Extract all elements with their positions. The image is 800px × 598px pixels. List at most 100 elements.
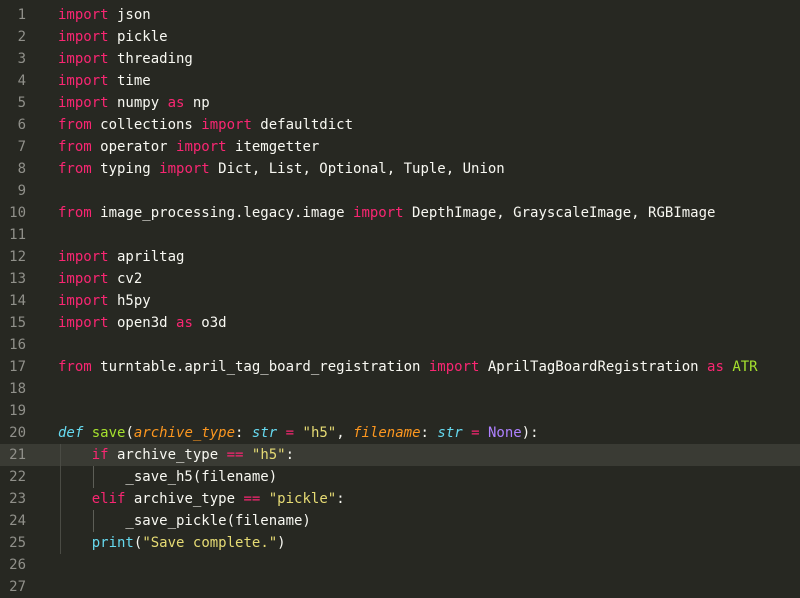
line-number: 7	[17, 139, 26, 155]
line-number: 15	[9, 315, 26, 331]
code-text: from image_processing.legacy.image impor…	[58, 202, 715, 224]
code-token: import	[201, 117, 252, 133]
code-token: from	[58, 205, 92, 221]
code-line[interactable]: 11	[0, 224, 800, 246]
code-line[interactable]: 27	[0, 576, 800, 598]
code-token: image_processing.legacy.image	[91, 205, 354, 221]
code-token: import	[58, 95, 109, 111]
code-token: :	[420, 425, 438, 441]
code-text: if archive_type == "h5":	[58, 444, 294, 466]
line-number: 14	[9, 293, 26, 309]
code-token: turntable.april_tag_board_registration	[91, 359, 429, 375]
code-text: _save_h5(filename)	[58, 466, 277, 488]
code-line[interactable]: 17 from turntable.april_tag_board_registr…	[0, 356, 800, 378]
code-line[interactable]: 18	[0, 378, 800, 400]
code-token: open3d	[108, 315, 177, 331]
line-number: 19	[9, 403, 26, 419]
line-number: 26	[9, 557, 26, 573]
code-text: import apriltag	[58, 246, 184, 268]
code-line[interactable]: 13 import cv2	[0, 268, 800, 290]
code-token: elif	[91, 491, 126, 507]
code-token: threading	[108, 51, 193, 67]
code-line[interactable]: 7 from operator import itemgetter	[0, 136, 800, 158]
code-line[interactable]: 25 print("Save complete.")	[0, 532, 800, 554]
code-line[interactable]: 8 from typing import Dict, List, Optional…	[0, 158, 800, 180]
code-line[interactable]: 9	[0, 180, 800, 202]
code-token: AprilTagBoardRegistration	[479, 359, 708, 375]
code-editor[interactable]: 1 import json 2 import pickle 3 import thread…	[0, 0, 800, 595]
line-number: 20	[9, 425, 26, 441]
code-text: from typing import Dict, List, Optional,…	[58, 158, 505, 180]
line-number: 16	[9, 337, 26, 353]
code-token: print	[91, 535, 134, 551]
line-number: 8	[17, 161, 26, 177]
code-token: archive_type	[108, 447, 227, 463]
code-text: import open3d as o3d	[58, 312, 227, 334]
code-token: =	[471, 425, 480, 441]
code-token: str	[251, 425, 278, 441]
code-line[interactable]: 26	[0, 554, 800, 576]
line-number: 24	[9, 513, 26, 529]
code-line[interactable]: 6 from collections import defaultdict	[0, 114, 800, 136]
code-token: (	[125, 425, 134, 441]
code-text: def save(archive_type: str = "h5", filen…	[58, 422, 539, 444]
code-token: import	[58, 293, 109, 309]
code-line[interactable]: 20 def save(archive_type: str = "h5", fil…	[0, 422, 800, 444]
code-text: import json	[58, 4, 151, 26]
code-token: DepthImage, GrayscaleImage, RGBImage	[403, 205, 716, 221]
line-number: 21	[9, 447, 26, 463]
code-line[interactable]: 16	[0, 334, 800, 356]
code-text: print("Save complete.")	[58, 532, 286, 554]
code-token: import	[428, 359, 480, 375]
code-token: import	[176, 139, 227, 155]
code-token: :	[235, 425, 252, 441]
code-token: import	[58, 315, 109, 331]
code-line[interactable]: 1 import json	[0, 4, 800, 26]
code-token: cv2	[108, 271, 143, 287]
code-token: as	[707, 359, 724, 375]
code-token: as	[176, 315, 193, 331]
code-line[interactable]: 21 if archive_type == "h5":	[0, 444, 800, 466]
code-token: import	[58, 7, 109, 23]
code-token: ,	[336, 425, 354, 441]
line-number: 9	[17, 183, 26, 199]
code-line[interactable]: 15 import open3d as o3d	[0, 312, 800, 334]
indent-guide	[93, 466, 94, 488]
code-token: archive_type	[133, 425, 236, 441]
code-line[interactable]: 3 import threading	[0, 48, 800, 70]
indent-guide	[60, 488, 61, 510]
code-text: _save_pickle(filename)	[58, 510, 310, 532]
code-token: if	[91, 447, 109, 463]
indent-guide	[93, 510, 94, 532]
code-line[interactable]: 5 import numpy as np	[0, 92, 800, 114]
code-text: import threading	[58, 48, 193, 70]
code-line[interactable]: 24 _save_pickle(filename)	[0, 510, 800, 532]
code-line[interactable]: 2 import pickle	[0, 26, 800, 48]
code-token: str	[437, 425, 463, 441]
code-line[interactable]: 12 import apriltag	[0, 246, 800, 268]
code-token: h5py	[108, 293, 151, 309]
code-line[interactable]: 23 elif archive_type == "pickle":	[0, 488, 800, 510]
code-token: pickle	[108, 29, 168, 45]
line-number: 3	[17, 51, 26, 67]
code-line[interactable]: 10 from image_processing.legacy.image imp…	[0, 202, 800, 224]
code-token: collections	[91, 117, 202, 133]
code-token: save	[91, 425, 126, 441]
code-token: import	[58, 271, 109, 287]
code-line[interactable]: 14 import h5py	[0, 290, 800, 312]
code-line[interactable]: 19	[0, 400, 800, 422]
line-number: 18	[9, 381, 26, 397]
line-number: 11	[9, 227, 26, 243]
code-token: "h5"	[302, 425, 337, 441]
code-token: as	[167, 95, 185, 111]
code-line[interactable]: 22 _save_h5(filename)	[0, 466, 800, 488]
code-token: "Save complete."	[142, 535, 278, 551]
code-token: _save_h5(filename)	[58, 469, 278, 485]
line-number: 25	[9, 535, 26, 551]
code-line[interactable]: 4 import time	[0, 70, 800, 92]
